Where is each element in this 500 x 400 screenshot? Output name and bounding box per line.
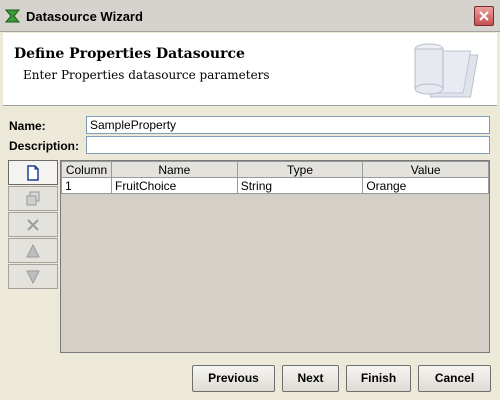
column-header-type[interactable]: Type [236,161,364,178]
move-down-button[interactable] [8,264,58,289]
row-toolbar [8,160,60,290]
move-up-button[interactable] [8,238,58,263]
properties-table[interactable]: Column Name Type Value 1 FruitChoice Str… [60,160,490,353]
window-title: Datasource Wizard [26,9,143,24]
column-header-name[interactable]: Name [110,161,238,178]
description-label: Description: [9,139,80,153]
window-titlebar: Datasource Wizard [0,0,500,32]
cell-column[interactable]: 1 [61,177,112,194]
copy-row-icon [26,191,40,206]
name-label: Name: [9,119,46,133]
cell-type[interactable]: String [236,177,364,194]
close-button[interactable] [474,6,494,26]
cell-value[interactable]: Orange [362,177,489,194]
new-row-icon [27,165,39,181]
column-header-column[interactable]: Column [61,161,112,178]
wizard-header: Define Properties Datasource Enter Prope… [3,33,497,106]
move-up-icon [26,243,40,258]
finish-button[interactable]: Finish [346,365,411,392]
close-icon [479,11,489,21]
previous-button[interactable]: Previous [192,365,275,392]
properties-grid: Column Name Type Value 1 FruitChoice Str… [61,161,489,194]
new-row-button[interactable] [8,160,58,185]
cell-name[interactable]: FruitChoice [110,177,238,194]
copy-row-button[interactable] [8,186,58,211]
delete-row-button[interactable] [8,212,58,237]
column-header-value[interactable]: Value [362,161,489,178]
table-header-row: Column Name Type Value [61,161,489,178]
name-field[interactable]: SampleProperty [86,116,490,134]
datasource-icon [407,37,489,103]
delete-row-icon [27,219,39,231]
table-row[interactable]: 1 FruitChoice String Orange [61,177,489,194]
wizard-app-icon [4,8,21,24]
move-down-icon [26,270,40,285]
description-field[interactable] [86,136,490,154]
header-title: Define Properties Datasource [14,46,245,62]
cancel-button[interactable]: Cancel [418,365,491,392]
next-button[interactable]: Next [282,365,339,392]
header-subtitle: Enter Properties datasource parameters [23,68,270,82]
